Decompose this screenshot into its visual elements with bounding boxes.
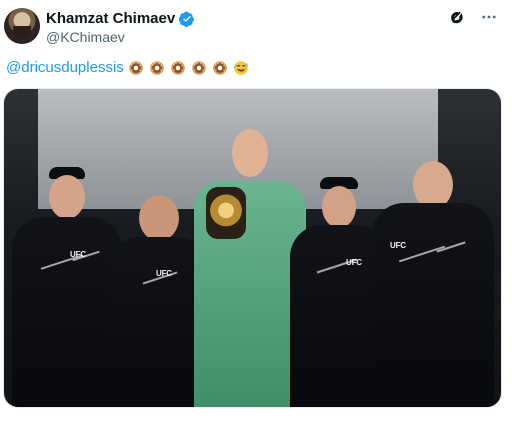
avatar-beard	[13, 26, 31, 39]
verified-badge-icon	[179, 11, 195, 27]
avatar[interactable]	[4, 8, 40, 44]
championship-belt	[206, 187, 246, 239]
ufc-logo-mark: UFC	[390, 241, 406, 250]
person-head	[139, 195, 179, 241]
person-jacket	[372, 203, 494, 407]
person-jacket	[12, 217, 122, 407]
doughnut-emoji	[171, 61, 185, 75]
more-options-icon[interactable]	[480, 8, 498, 26]
tweet-card: Khamzat Chimaev @KChimaev @dricusdupless…	[0, 0, 512, 424]
doughnut-emoji	[213, 61, 227, 75]
person-head	[322, 186, 356, 228]
author-name-row[interactable]: Khamzat Chimaev	[46, 10, 195, 28]
person-head	[413, 161, 453, 209]
ufc-logo-mark: UFC	[156, 269, 172, 278]
grok-icon[interactable]	[448, 8, 466, 26]
person-head	[49, 175, 85, 219]
author-handle[interactable]: @KChimaev	[46, 29, 125, 45]
rolling-laughing-emoji	[233, 61, 248, 75]
doughnut-emoji	[150, 61, 164, 75]
mention-link[interactable]: @dricusduplessis	[6, 58, 124, 78]
author-display-name[interactable]: Khamzat Chimaev	[46, 10, 175, 28]
tweet-media-image[interactable]: UFC UFC UFC UFC	[4, 89, 501, 407]
ufc-logo-mark: UFC	[70, 250, 86, 259]
ufc-logo-mark: UFC	[346, 258, 362, 267]
person-left-outer: UFC	[12, 157, 122, 407]
tweet-text: @dricusduplessis	[6, 58, 250, 78]
doughnut-emoji	[129, 61, 143, 75]
tweet-top-actions	[448, 8, 498, 26]
person-right-outer: UFC	[372, 143, 494, 407]
doughnut-emoji	[192, 61, 206, 75]
person-head	[232, 129, 268, 177]
